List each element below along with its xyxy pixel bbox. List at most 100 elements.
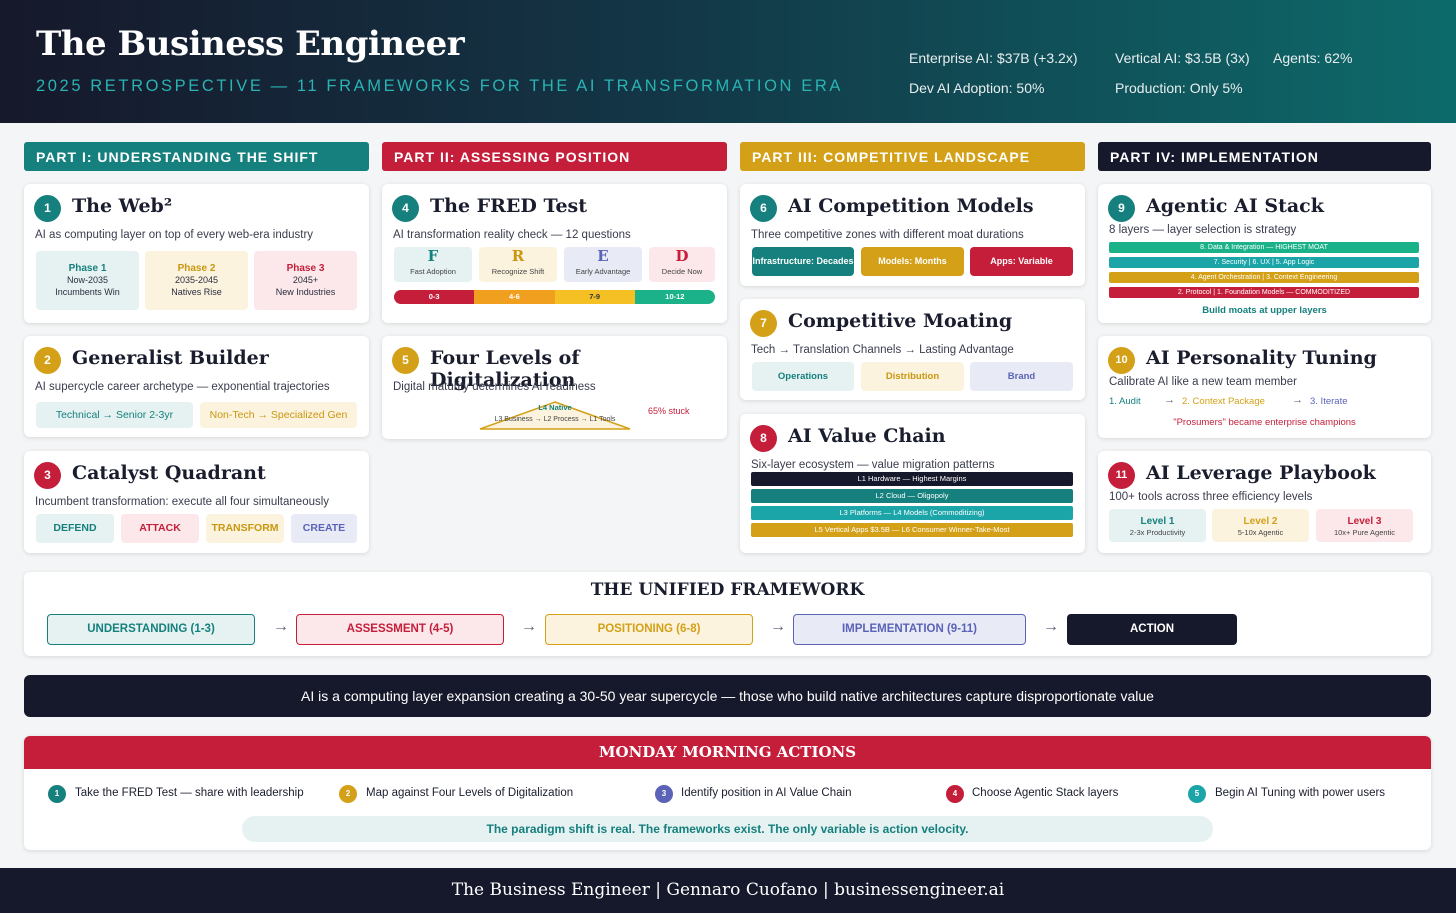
card-description: Three competitive zones with different m… [751, 229, 1024, 241]
card-title: AI Leverage Playbook [1146, 462, 1376, 484]
stack-note: Build moats at upper layers [1202, 305, 1327, 316]
page-title: The Business Engineer [36, 24, 465, 64]
card-number: 4 [392, 195, 419, 222]
stack-layer-1-2: 2. Protocol | 1. Foundation Models — COM… [1109, 287, 1419, 298]
card-title: AI Value Chain [788, 425, 946, 447]
stat-agents: Agents: 62% [1273, 50, 1353, 66]
action-attack: ATTACK [121, 514, 199, 543]
phase-note: Natives Rise [171, 286, 222, 297]
card-four-levels: 5 Four Levels of Digitalization Digital … [382, 336, 727, 439]
zone-apps: Apps: Variable [970, 247, 1073, 276]
level-1-box: Level 1 2-3x Productivity [1109, 509, 1206, 542]
level-note: 5-10x Agentic [1237, 528, 1284, 537]
level-3-box: Level 3 10x+ Pure Agentic [1316, 509, 1413, 542]
part-3-header: PART III: COMPETITIVE LANDSCAPE [740, 142, 1085, 171]
action-4-text: Choose Agentic Stack layers [972, 787, 1119, 799]
card-title: AI Competition Models [788, 195, 1034, 217]
pyramid-top-level: L4 Native [538, 403, 572, 412]
card-number: 10 [1108, 347, 1135, 374]
card-description: Calibrate AI like a new team member [1109, 376, 1297, 388]
score-range-7-9: 7-9 [554, 290, 635, 304]
level-name: Level 2 [1243, 516, 1278, 527]
header: The Business Engineer 2025 RETROSPECTIVE… [0, 0, 1456, 123]
card-fred-test: 4 The FRED Test AI transformation realit… [382, 184, 727, 323]
phase-note: Incumbents Win [55, 286, 120, 297]
phase-name: Phase 2 [177, 263, 216, 274]
value-layer-4: L5 Vertical Apps $3.5B — L6 Consumer Win… [751, 523, 1073, 537]
tuning-step-3: 3. Iterate [1310, 396, 1348, 407]
phase-years: 2045+ [292, 275, 319, 285]
card-agentic-stack: 9 Agentic AI Stack 8 layers — layer sele… [1098, 184, 1431, 323]
step-positioning: POSITIONING (6-8) [545, 614, 753, 645]
arrow-right-icon: → [1292, 394, 1303, 406]
action-number: 3 [655, 785, 673, 803]
arrow-right-icon: → [1043, 618, 1059, 635]
level-2-box: Level 2 5-10x Agentic [1212, 509, 1309, 542]
level-note: 2-3x Productivity [1129, 528, 1186, 537]
moat-distribution: Distribution [861, 362, 964, 391]
card-description: Six-layer ecosystem — value migration pa… [751, 459, 995, 471]
action-5-text: Begin AI Tuning with power users [1215, 787, 1386, 799]
fred-meaning: Fast Adoption [410, 266, 456, 276]
stack-layer-5-7: 7. Security | 6. UX | 5. App Logic [1109, 257, 1419, 268]
moat-operations: Operations [752, 362, 854, 391]
stack-layer-3-4: 4. Agent Orchestration | 3. Context Engi… [1109, 272, 1419, 283]
card-description: Incumbent transformation: execute all fo… [35, 496, 330, 508]
unified-framework: THE UNIFIED FRAMEWORK UNDERSTANDING (1-3… [24, 572, 1431, 656]
card-title: Competitive Moating [788, 310, 1013, 332]
fred-meaning: Decide Now [661, 266, 703, 276]
tuning-step-2: 2. Context Package [1182, 396, 1265, 407]
phase-note: New Industries [275, 286, 336, 297]
tuning-step-1: 1. Audit [1109, 396, 1141, 407]
fred-letter: D [675, 247, 689, 265]
phase-1-box: Phase 1 Now-2035 Incumbents Win [36, 251, 139, 310]
stuck-stat: 65% stuck [648, 406, 690, 416]
arrow-right-icon: → [273, 618, 289, 635]
fred-score-bar: 0-3 4-6 7-9 10-12 [394, 290, 715, 304]
card-title: The Web² [72, 195, 173, 217]
action-number: 1 [48, 785, 66, 803]
arrow-right-icon: → [770, 618, 786, 635]
card-number: 6 [750, 195, 777, 222]
card-catalyst-quadrant: 3 Catalyst Quadrant Incumbent transforma… [24, 451, 369, 553]
value-layer-3: L3 Platforms — L4 Models (Commoditizing) [751, 506, 1073, 520]
part-4-header: PART IV: IMPLEMENTATION [1098, 142, 1431, 171]
fred-f-box: F Fast Adoption [394, 247, 472, 282]
zone-infrastructure: Infrastructure: Decades [752, 247, 854, 276]
card-description: Tech → Translation Channels → Lasting Ad… [751, 344, 1014, 356]
card-number: 11 [1108, 462, 1135, 489]
card-number: 3 [34, 462, 61, 489]
technical-path: Technical → Senior 2-3yr [36, 402, 193, 428]
card-competitive-moating: 7 Competitive Moating Tech → Translation… [740, 299, 1085, 400]
action-2-text: Map against Four Levels of Digitalizatio… [366, 787, 574, 799]
pyramid-lower-levels: L3 Business → L2 Process → L1 Tools [494, 416, 616, 423]
score-range-10-12: 10-12 [634, 290, 715, 304]
card-title: AI Personality Tuning [1146, 347, 1377, 369]
card-number: 1 [34, 195, 61, 222]
phase-2-box: Phase 2 2035-2045 Natives Rise [145, 251, 248, 310]
fred-letter: E [597, 247, 609, 265]
card-number: 8 [750, 425, 777, 452]
non-tech-path: Non-Tech → Specialized Gen [200, 402, 357, 428]
action-create: CREATE [291, 514, 357, 543]
card-description: AI as computing layer on top of every we… [35, 229, 314, 241]
footer: The Business Engineer | Gennaro Cuofano … [0, 868, 1456, 913]
action-number: 4 [946, 785, 964, 803]
monday-actions: MONDAY MORNING ACTIONS 1 Take the FRED T… [24, 736, 1431, 850]
unified-title: THE UNIFIED FRAMEWORK [590, 580, 865, 600]
stat-vertical: Vertical AI: $3.5B (3x) [1115, 50, 1250, 66]
action-defend: DEFEND [36, 514, 114, 543]
part-1-header: PART I: UNDERSTANDING THE SHIFT [24, 142, 369, 171]
phase-years: 2035-2045 [174, 275, 219, 285]
fred-e-box: E Early Advantage [564, 247, 642, 282]
card-description: Digital maturity determines AI readiness [393, 381, 596, 393]
zone-models: Models: Months [861, 247, 964, 276]
fred-letter: R [511, 247, 525, 265]
step-action: ACTION [1067, 614, 1237, 645]
card-web-squared: 1 The Web² AI as computing layer on top … [24, 184, 369, 323]
stat-production: Production: Only 5% [1115, 80, 1243, 96]
score-range-4-6: 4-6 [474, 290, 555, 304]
fred-meaning: Recognize Shift [491, 266, 545, 276]
card-description: AI transformation reality check — 12 que… [393, 229, 631, 241]
phase-3-box: Phase 3 2045+ New Industries [254, 251, 357, 310]
